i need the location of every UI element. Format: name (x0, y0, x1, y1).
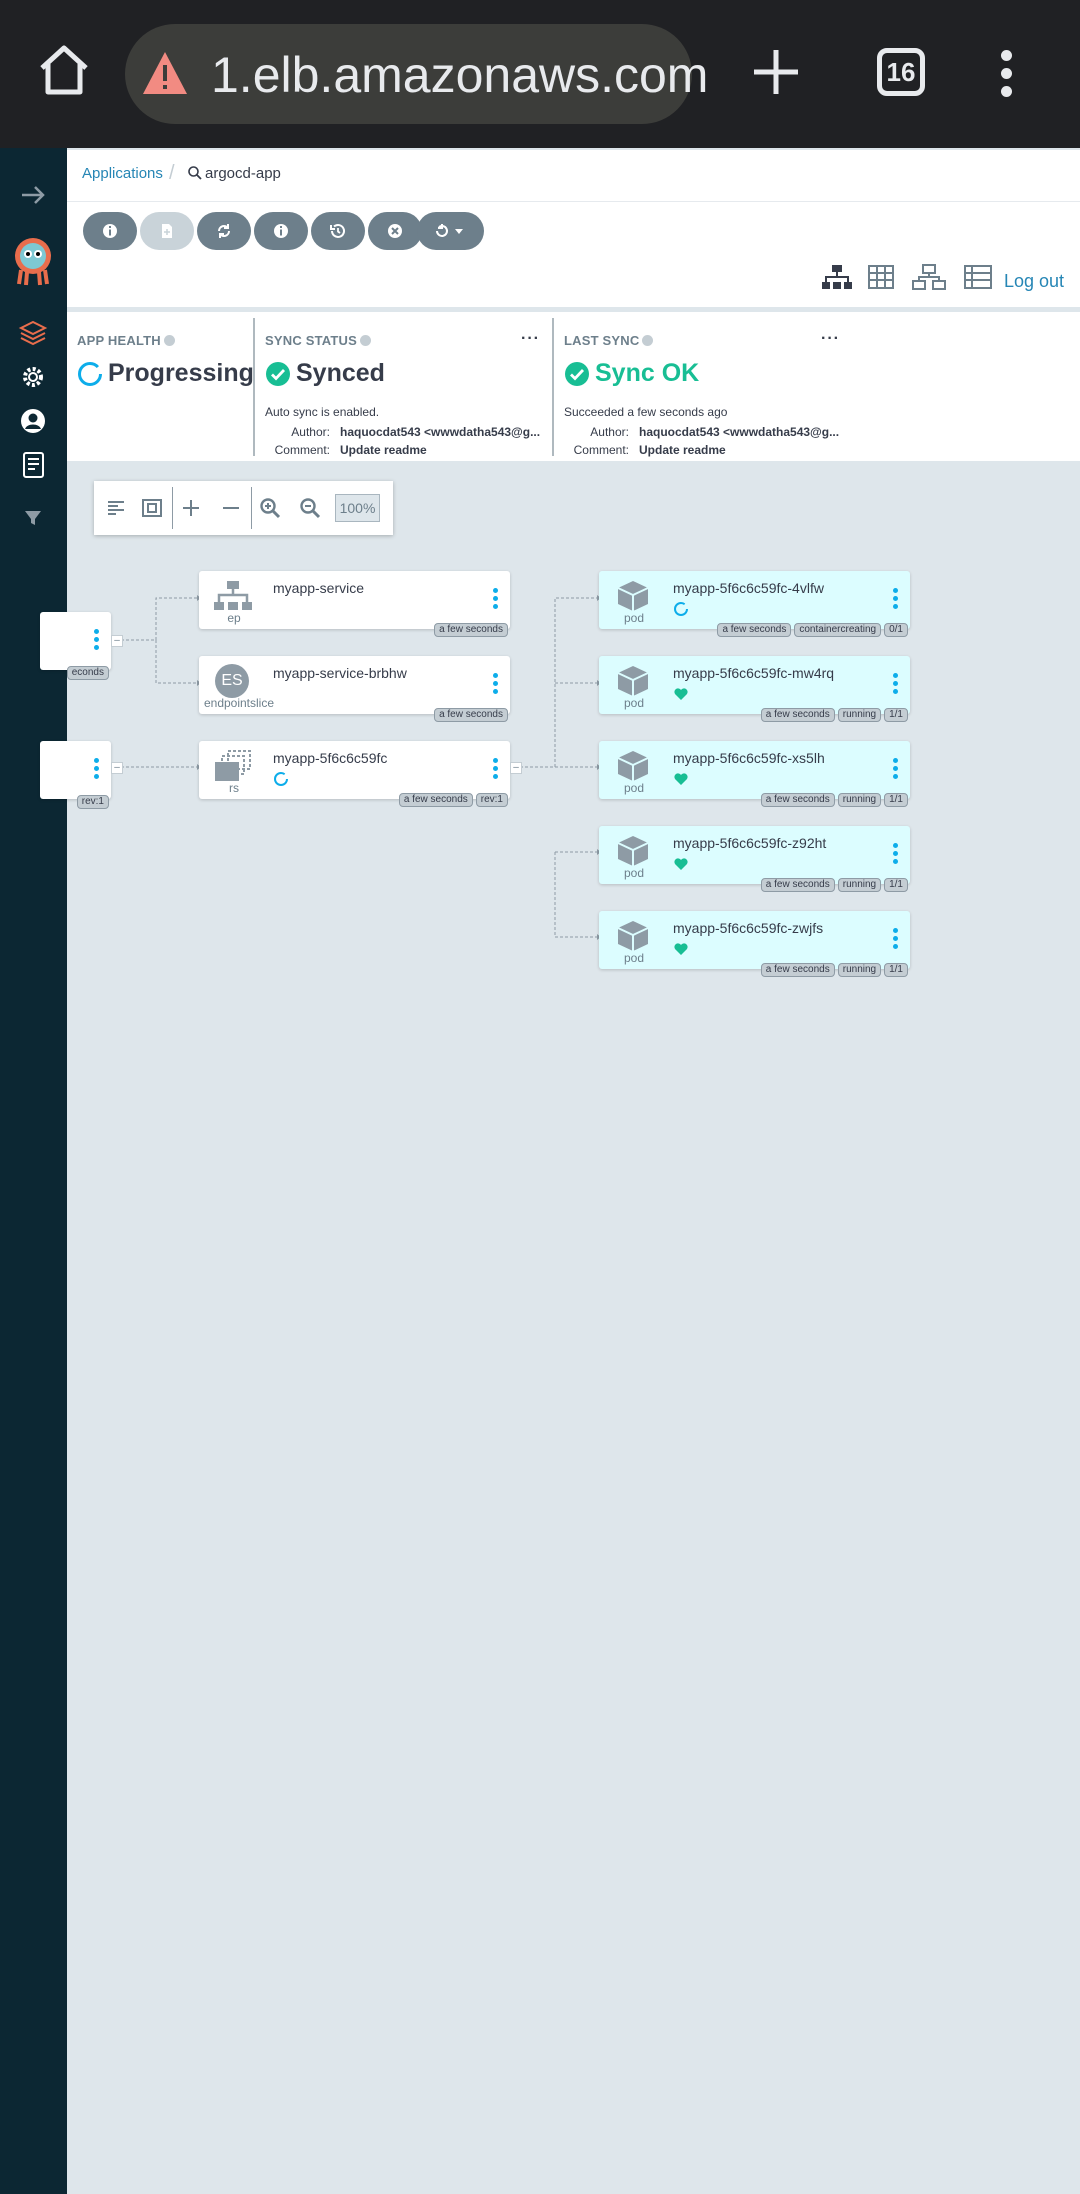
node-name: myapp-service-brbhw (273, 665, 407, 681)
node-menu-icon[interactable] (893, 758, 899, 780)
node-kind: ep (227, 611, 241, 625)
node-menu-icon[interactable] (493, 673, 499, 695)
resource-node-pod[interactable]: pod myapp-5f6c6c59fc-z92ht a few seconds… (599, 826, 910, 892)
node-menu-icon[interactable] (893, 588, 899, 610)
endpointslice-icon: ES (215, 664, 249, 698)
tag: running (837, 963, 882, 977)
tag: containercreating (794, 623, 882, 637)
node-menu-icon[interactable] (94, 629, 100, 651)
tag: rev:1 (76, 795, 109, 809)
tag: running (837, 878, 882, 892)
resource-node-endpointslice[interactable]: ES endpointslice myapp-service-brbhw a f… (199, 656, 510, 722)
pod-icon (617, 581, 649, 611)
resource-node-rs[interactable]: rs myapp-5f6c6c59fc a few seconds rev:1 (199, 741, 510, 807)
node-name: myapp-5f6c6c59fc-xs5lh (673, 750, 825, 766)
tag: a few seconds (434, 623, 508, 637)
node-kind: pod (623, 696, 645, 710)
healthy-heart-icon (674, 943, 688, 955)
tag: a few seconds (760, 878, 835, 892)
replicaset-icon (215, 750, 251, 781)
collapse-toggle[interactable]: – (111, 762, 123, 774)
node-kind: rs (229, 781, 239, 795)
resource-node-pod[interactable]: pod myapp-5f6c6c59fc-xs5lh a few seconds… (599, 741, 910, 807)
resource-node-pod[interactable]: pod myapp-5f6c6c59fc-4vlfw a few seconds… (599, 571, 910, 637)
node-name: myapp-5f6c6c59fc-z92ht (673, 835, 827, 851)
node-menu-icon[interactable] (493, 758, 499, 780)
pod-icon (617, 836, 649, 866)
node-kind: pod (623, 781, 645, 795)
collapse-toggle[interactable]: – (111, 635, 123, 647)
pod-icon (617, 751, 649, 781)
partial-node-deployment[interactable]: rev:1 (40, 741, 111, 809)
resource-node-ep[interactable]: ep myapp-service a few seconds (199, 571, 510, 637)
node-kind: endpointslice (203, 696, 275, 710)
node-name: myapp-5f6c6c59fc (273, 750, 388, 766)
collapse-toggle[interactable]: – (510, 762, 522, 774)
graph-edges (116, 595, 601, 940)
tag: running (837, 708, 882, 722)
healthy-heart-icon (674, 773, 688, 785)
node-name: myapp-5f6c6c59fc-4vlfw (673, 580, 824, 596)
node-name: myapp-service (273, 580, 365, 596)
tag: 1/1 (884, 708, 908, 722)
tag: econds (66, 666, 109, 680)
tag: a few seconds (434, 708, 508, 722)
node-kind: pod (623, 611, 645, 625)
pod-icon (617, 666, 649, 696)
tag: a few seconds (760, 963, 835, 977)
tag: 1/1 (884, 793, 908, 807)
node-menu-icon[interactable] (493, 588, 499, 610)
partial-node-service[interactable]: econds (40, 612, 111, 680)
node-kind: pod (623, 951, 645, 965)
pod-icon (617, 921, 649, 951)
node-menu-icon[interactable] (893, 928, 899, 950)
node-menu-icon[interactable] (94, 758, 100, 780)
endpoints-icon (214, 581, 252, 610)
node-kind: pod (623, 866, 645, 880)
tag: a few seconds (398, 793, 473, 807)
node-menu-icon[interactable] (893, 843, 899, 865)
progressing-icon (674, 602, 688, 616)
node-menu-icon[interactable] (893, 673, 899, 695)
healthy-heart-icon (674, 688, 688, 700)
tag: a few seconds (760, 708, 835, 722)
resource-node-pod[interactable]: pod myapp-5f6c6c59fc-zwjfs a few seconds… (599, 911, 910, 977)
tag: running (837, 793, 882, 807)
tag: 1/1 (884, 963, 908, 977)
tag: a few seconds (717, 623, 792, 637)
healthy-heart-icon (674, 858, 688, 870)
progressing-icon (274, 772, 288, 786)
tag: a few seconds (760, 793, 835, 807)
resource-node-pod[interactable]: pod myapp-5f6c6c59fc-mw4rq a few seconds… (599, 656, 910, 722)
node-name: myapp-5f6c6c59fc-zwjfs (673, 920, 824, 936)
tag: 1/1 (884, 878, 908, 892)
tag: 0/1 (884, 623, 908, 637)
tag: rev:1 (475, 793, 508, 807)
node-name: myapp-5f6c6c59fc-mw4rq (673, 665, 835, 681)
